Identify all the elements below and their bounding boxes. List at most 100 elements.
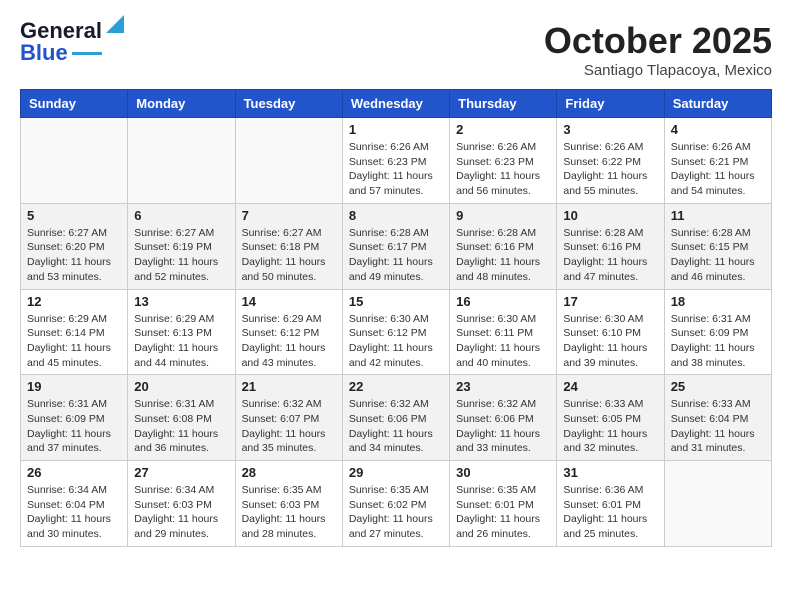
day-number: 24 bbox=[563, 379, 657, 394]
calendar-day-cell: 6 Sunrise: 6:27 AMSunset: 6:19 PMDaylight… bbox=[128, 203, 235, 289]
calendar-day-cell: 19Sunrise: 6:31 AMSunset: 6:09 PMDayligh… bbox=[21, 375, 128, 461]
day-info: Sunrise: 6:32 AMSunset: 6:06 PMDaylight:… bbox=[349, 397, 443, 456]
day-info: Sunrise: 6:30 AMSunset: 6:10 PMDaylight:… bbox=[563, 312, 657, 371]
calendar-day-cell: 25 Sunrise: 6:33 AMSunset: 6:04 PMDayligh… bbox=[664, 375, 771, 461]
day-number: 28 bbox=[242, 465, 336, 480]
calendar-day-cell: 3 Sunrise: 6:26 AMSunset: 6:22 PMDaylight… bbox=[557, 118, 664, 204]
day-number: 20 bbox=[134, 379, 228, 394]
calendar-day-cell: 30 Sunrise: 6:35 AMSunset: 6:01 PMDayligh… bbox=[450, 461, 557, 547]
day-number: 18 bbox=[671, 294, 765, 309]
day-number: 15 bbox=[349, 294, 443, 309]
title-block: October 2025 Santiago Tlapacoya, Mexico bbox=[544, 20, 772, 79]
day-info: Sunrise: 6:26 AMSunset: 6:21 PMDaylight:… bbox=[671, 140, 765, 199]
day-number: 25 bbox=[671, 379, 765, 394]
calendar-day-cell bbox=[128, 118, 235, 204]
day-info: Sunrise: 6:26 AMSunset: 6:23 PMDaylight:… bbox=[349, 140, 443, 199]
day-info: Sunrise: 6:26 AMSunset: 6:23 PMDaylight:… bbox=[456, 140, 550, 199]
day-info: Sunrise: 6:27 AMSunset: 6:20 PMDaylight:… bbox=[27, 226, 121, 285]
day-number: 12 bbox=[27, 294, 121, 309]
calendar-week-row: 19Sunrise: 6:31 AMSunset: 6:09 PMDayligh… bbox=[21, 375, 772, 461]
day-info: Sunrise: 6:33 AMSunset: 6:05 PMDaylight:… bbox=[563, 397, 657, 456]
day-info: Sunrise: 6:31 AMSunset: 6:09 PMDaylight:… bbox=[671, 312, 765, 371]
day-number: 14 bbox=[242, 294, 336, 309]
calendar-day-header: Wednesday bbox=[342, 90, 449, 118]
day-info: Sunrise: 6:30 AMSunset: 6:11 PMDaylight:… bbox=[456, 312, 550, 371]
day-number: 10 bbox=[563, 208, 657, 223]
calendar-day-cell: 26 Sunrise: 6:34 AMSunset: 6:04 PMDayligh… bbox=[21, 461, 128, 547]
day-info: Sunrise: 6:28 AMSunset: 6:17 PMDaylight:… bbox=[349, 226, 443, 285]
logo: General Blue bbox=[20, 20, 124, 64]
logo-general: General bbox=[20, 20, 102, 42]
calendar-day-cell: 12 Sunrise: 6:29 AMSunset: 6:14 PMDayligh… bbox=[21, 289, 128, 375]
page-header: General Blue October 2025 Santiago Tlapa… bbox=[20, 20, 772, 79]
calendar-day-cell: 10 Sunrise: 6:28 AMSunset: 6:16 PMDayligh… bbox=[557, 203, 664, 289]
calendar-day-cell: 20 Sunrise: 6:31 AMSunset: 6:08 PMDayligh… bbox=[128, 375, 235, 461]
day-info: Sunrise: 6:28 AMSunset: 6:16 PMDaylight:… bbox=[563, 226, 657, 285]
calendar-day-cell: 8 Sunrise: 6:28 AMSunset: 6:17 PMDaylight… bbox=[342, 203, 449, 289]
day-info: Sunrise: 6:31 AMSunset: 6:08 PMDaylight:… bbox=[134, 397, 228, 456]
day-info: Sunrise: 6:35 AMSunset: 6:01 PMDaylight:… bbox=[456, 483, 550, 542]
day-number: 19 bbox=[27, 379, 121, 394]
day-info: Sunrise: 6:27 AMSunset: 6:19 PMDaylight:… bbox=[134, 226, 228, 285]
day-number: 2 bbox=[456, 122, 550, 137]
calendar-day-cell: 4Sunrise: 6:26 AMSunset: 6:21 PMDaylight… bbox=[664, 118, 771, 204]
calendar-day-cell: 15 Sunrise: 6:30 AMSunset: 6:12 PMDayligh… bbox=[342, 289, 449, 375]
calendar-week-row: 1 Sunrise: 6:26 AMSunset: 6:23 PMDaylight… bbox=[21, 118, 772, 204]
day-number: 13 bbox=[134, 294, 228, 309]
calendar-day-cell: 23 Sunrise: 6:32 AMSunset: 6:06 PMDayligh… bbox=[450, 375, 557, 461]
calendar-day-cell: 21 Sunrise: 6:32 AMSunset: 6:07 PMDayligh… bbox=[235, 375, 342, 461]
calendar-day-cell: 11 Sunrise: 6:28 AMSunset: 6:15 PMDayligh… bbox=[664, 203, 771, 289]
day-number: 30 bbox=[456, 465, 550, 480]
day-info: Sunrise: 6:32 AMSunset: 6:06 PMDaylight:… bbox=[456, 397, 550, 456]
calendar-header-row: SundayMondayTuesdayWednesdayThursdayFrid… bbox=[21, 90, 772, 118]
day-info: Sunrise: 6:34 AMSunset: 6:04 PMDaylight:… bbox=[27, 483, 121, 542]
day-number: 26 bbox=[27, 465, 121, 480]
calendar-day-header: Sunday bbox=[21, 90, 128, 118]
day-number: 21 bbox=[242, 379, 336, 394]
calendar-day-cell bbox=[21, 118, 128, 204]
calendar-day-header: Thursday bbox=[450, 90, 557, 118]
day-number: 27 bbox=[134, 465, 228, 480]
calendar-day-cell: 2 Sunrise: 6:26 AMSunset: 6:23 PMDaylight… bbox=[450, 118, 557, 204]
calendar-day-cell: 27 Sunrise: 6:34 AMSunset: 6:03 PMDayligh… bbox=[128, 461, 235, 547]
calendar-day-header: Tuesday bbox=[235, 90, 342, 118]
calendar-day-cell: 13Sunrise: 6:29 AMSunset: 6:13 PMDayligh… bbox=[128, 289, 235, 375]
calendar-day-cell: 1 Sunrise: 6:26 AMSunset: 6:23 PMDaylight… bbox=[342, 118, 449, 204]
day-number: 17 bbox=[563, 294, 657, 309]
day-info: Sunrise: 6:29 AMSunset: 6:12 PMDaylight:… bbox=[242, 312, 336, 371]
logo-arrow-icon bbox=[106, 15, 124, 33]
day-number: 5 bbox=[27, 208, 121, 223]
calendar-day-cell: 7Sunrise: 6:27 AMSunset: 6:18 PMDaylight… bbox=[235, 203, 342, 289]
day-info: Sunrise: 6:28 AMSunset: 6:16 PMDaylight:… bbox=[456, 226, 550, 285]
calendar-day-cell bbox=[664, 461, 771, 547]
calendar-day-cell: 16 Sunrise: 6:30 AMSunset: 6:11 PMDayligh… bbox=[450, 289, 557, 375]
day-number: 8 bbox=[349, 208, 443, 223]
day-info: Sunrise: 6:36 AMSunset: 6:01 PMDaylight:… bbox=[563, 483, 657, 542]
calendar-day-cell: 5 Sunrise: 6:27 AMSunset: 6:20 PMDaylight… bbox=[21, 203, 128, 289]
day-info: Sunrise: 6:32 AMSunset: 6:07 PMDaylight:… bbox=[242, 397, 336, 456]
day-info: Sunrise: 6:27 AMSunset: 6:18 PMDaylight:… bbox=[242, 226, 336, 285]
calendar-day-header: Saturday bbox=[664, 90, 771, 118]
day-info: Sunrise: 6:28 AMSunset: 6:15 PMDaylight:… bbox=[671, 226, 765, 285]
day-number: 6 bbox=[134, 208, 228, 223]
day-info: Sunrise: 6:34 AMSunset: 6:03 PMDaylight:… bbox=[134, 483, 228, 542]
calendar-day-cell bbox=[235, 118, 342, 204]
calendar-day-header: Friday bbox=[557, 90, 664, 118]
day-info: Sunrise: 6:35 AMSunset: 6:03 PMDaylight:… bbox=[242, 483, 336, 542]
day-number: 23 bbox=[456, 379, 550, 394]
day-number: 9 bbox=[456, 208, 550, 223]
day-info: Sunrise: 6:26 AMSunset: 6:22 PMDaylight:… bbox=[563, 140, 657, 199]
day-number: 3 bbox=[563, 122, 657, 137]
calendar-day-cell: 29Sunrise: 6:35 AMSunset: 6:02 PMDayligh… bbox=[342, 461, 449, 547]
day-number: 22 bbox=[349, 379, 443, 394]
day-info: Sunrise: 6:33 AMSunset: 6:04 PMDaylight:… bbox=[671, 397, 765, 456]
day-number: 16 bbox=[456, 294, 550, 309]
day-number: 11 bbox=[671, 208, 765, 223]
calendar-day-cell: 14 Sunrise: 6:29 AMSunset: 6:12 PMDayligh… bbox=[235, 289, 342, 375]
day-info: Sunrise: 6:35 AMSunset: 6:02 PMDaylight:… bbox=[349, 483, 443, 542]
day-number: 1 bbox=[349, 122, 443, 137]
day-info: Sunrise: 6:29 AMSunset: 6:14 PMDaylight:… bbox=[27, 312, 121, 371]
calendar-week-row: 26 Sunrise: 6:34 AMSunset: 6:04 PMDayligh… bbox=[21, 461, 772, 547]
calendar-day-cell: 17 Sunrise: 6:30 AMSunset: 6:10 PMDayligh… bbox=[557, 289, 664, 375]
day-info: Sunrise: 6:30 AMSunset: 6:12 PMDaylight:… bbox=[349, 312, 443, 371]
